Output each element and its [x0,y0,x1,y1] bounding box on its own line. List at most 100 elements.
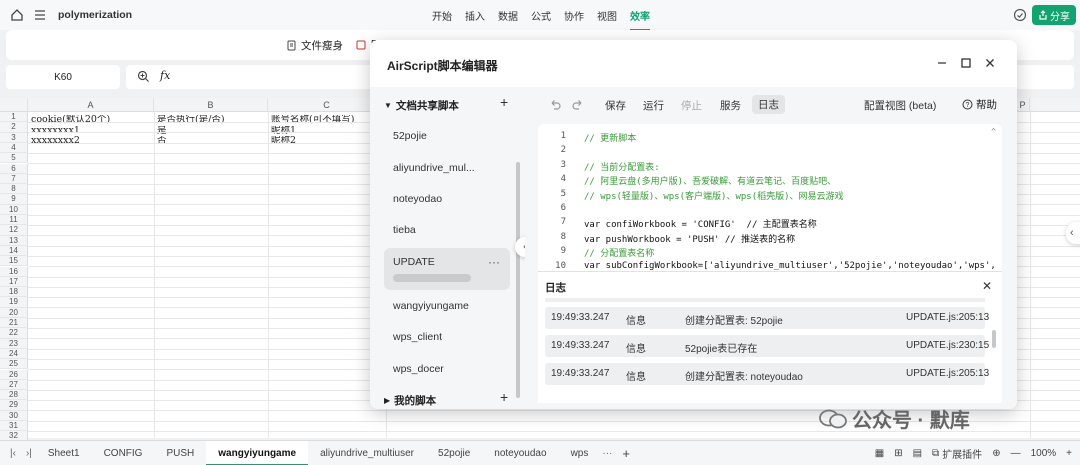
cell-c2[interactable]: 昵称1 [271,126,385,136]
grid-toggle-icon[interactable]: ⊞ [894,448,902,459]
fx-icon[interactable]: fx [160,69,170,82]
cell-b2[interactable]: 是 [157,126,267,136]
row-header[interactable]: 13 [0,235,28,246]
more-options-icon[interactable]: ··· [488,254,500,270]
add-shared-script-button[interactable]: + [500,94,508,110]
column-header-c[interactable]: C [268,98,386,112]
row-header[interactable]: 25 [0,359,28,370]
row-header[interactable]: 20 [0,307,28,318]
tab-view[interactable]: 视图 [597,8,617,23]
globe-icon[interactable]: ⊕ [992,448,1000,459]
shared-scripts-header[interactable]: ▼ 文档共享脚本 [384,98,459,113]
tab-efficiency[interactable]: 效率 [630,8,650,31]
zoom-out-button[interactable]: — [1011,448,1021,459]
script-item-noteyodao[interactable]: noteyodao [384,184,510,214]
row-header[interactable]: 4 [0,142,28,154]
sheet-view-icon[interactable]: ▦ [875,448,884,459]
sheet-tab-aliyundrive[interactable]: aliyundrive_multiuser [308,441,426,465]
row-header[interactable]: 3 [0,132,28,143]
select-all-corner[interactable] [0,98,28,112]
row-header[interactable]: 18 [0,287,28,298]
scroll-up-icon[interactable]: ^ [991,127,996,136]
row-header[interactable]: 8 [0,184,28,195]
row-header[interactable]: 5 [0,153,28,164]
close-icon[interactable] [983,56,997,70]
cell-c1[interactable]: 账号名称(可不填写) [271,115,385,125]
cell-a2[interactable]: xxxxxxxx1 [31,126,153,136]
row-header[interactable]: 12 [0,225,28,236]
row-header[interactable]: 16 [0,266,28,277]
script-item-aliyundrive[interactable]: aliyundrive_mul... [384,153,510,183]
my-scripts-header[interactable]: ▶ 我的脚本 [384,393,436,408]
help-button[interactable]: ? 帮助 [962,97,997,112]
save-button[interactable]: 保存 [605,98,626,113]
tab-collab[interactable]: 协作 [564,8,584,23]
row-header[interactable]: 26 [0,369,28,380]
sheet-tab-config[interactable]: CONFIG [92,441,155,465]
row-header[interactable]: 6 [0,163,28,174]
script-item-wps-docer[interactable]: wps_docer [384,354,510,384]
prev-sheet-icon[interactable]: |‹ [10,448,16,459]
row-header[interactable]: 1 [0,112,28,123]
script-item-52pojie[interactable]: 52pojie [384,121,510,151]
undo-icon[interactable] [549,98,561,110]
column-header-blank[interactable] [1030,98,1080,112]
cell-a3[interactable]: xxxxxxxx2 [31,136,153,146]
row-header[interactable]: 15 [0,256,28,267]
row-header[interactable]: 14 [0,245,28,257]
cloud-sync-icon[interactable] [1013,8,1027,22]
tab-start[interactable]: 开始 [432,8,452,23]
row-header[interactable]: 22 [0,328,28,339]
run-button[interactable]: 运行 [643,98,664,113]
script-item-update[interactable]: UPDATE ··· [384,248,510,290]
cell-b3[interactable]: 否 [157,136,267,146]
menu-icon[interactable] [34,9,46,21]
tab-formula[interactable]: 公式 [531,8,551,23]
row-header[interactable]: 30 [0,410,28,421]
sheet-tab-wangyiyungame[interactable]: wangyiyungame [206,440,309,465]
zoom-level[interactable]: 100% [1031,448,1057,459]
more-sheets-icon[interactable]: ··· [602,448,612,459]
row-header[interactable]: 17 [0,276,28,288]
row-header[interactable]: 11 [0,215,28,226]
tab-insert[interactable]: 插入 [465,8,485,23]
add-my-script-button[interactable]: + [500,389,508,405]
log-button[interactable]: 日志 [752,95,785,114]
column-header-a[interactable]: A [28,98,154,112]
row-header[interactable]: 24 [0,348,28,360]
script-item-tieba[interactable]: tieba [384,215,510,245]
cell-c3[interactable]: 昵称2 [271,136,385,146]
redo-icon[interactable] [572,98,584,110]
config-view-button[interactable]: 配置视图 (beta) [864,98,936,113]
column-header-p[interactable]: P [1016,98,1030,112]
extensions-button[interactable]: ⧉ 扩展插件 [932,446,982,461]
next-sheet-icon[interactable]: ›| [26,448,32,459]
log-scrollbar[interactable] [992,330,996,348]
stop-button[interactable]: 停止 [681,98,702,113]
cell-a1[interactable]: cookie(默认20个) [31,115,153,125]
name-box[interactable]: K60 [6,65,120,89]
sheet-tab-sheet1[interactable]: Sheet1 [36,441,92,465]
row-header[interactable]: 23 [0,338,28,349]
script-item-wangyiyungame[interactable]: wangyiyungame [384,291,510,321]
row-header[interactable]: 2 [0,122,28,133]
row-header[interactable]: 21 [0,318,28,329]
sheet-tab-52pojie[interactable]: 52pojie [426,441,482,465]
zoom-in-button[interactable]: + [1066,448,1072,459]
tab-data[interactable]: 数据 [498,8,518,23]
expand-right-panel-button[interactable]: ‹ [1066,222,1080,244]
sheet-tab-noteyoudao[interactable]: noteyoudao [482,441,558,465]
sheet-tab-push[interactable]: PUSH [154,441,206,465]
sheet-tab-wps[interactable]: wps [559,441,601,465]
row-header[interactable]: 9 [0,194,28,205]
service-button[interactable]: 服务 [720,98,741,113]
minimize-icon[interactable] [935,56,949,70]
row-header[interactable]: 29 [0,400,28,411]
maximize-icon[interactable] [959,56,973,70]
zoom-icon[interactable] [137,70,150,83]
home-icon[interactable] [10,8,24,22]
log-close-icon[interactable]: ✕ [982,279,992,293]
sidebar-scrollbar[interactable] [516,162,520,398]
share-button[interactable]: 分享 [1032,5,1076,25]
row-header[interactable]: 10 [0,204,28,215]
